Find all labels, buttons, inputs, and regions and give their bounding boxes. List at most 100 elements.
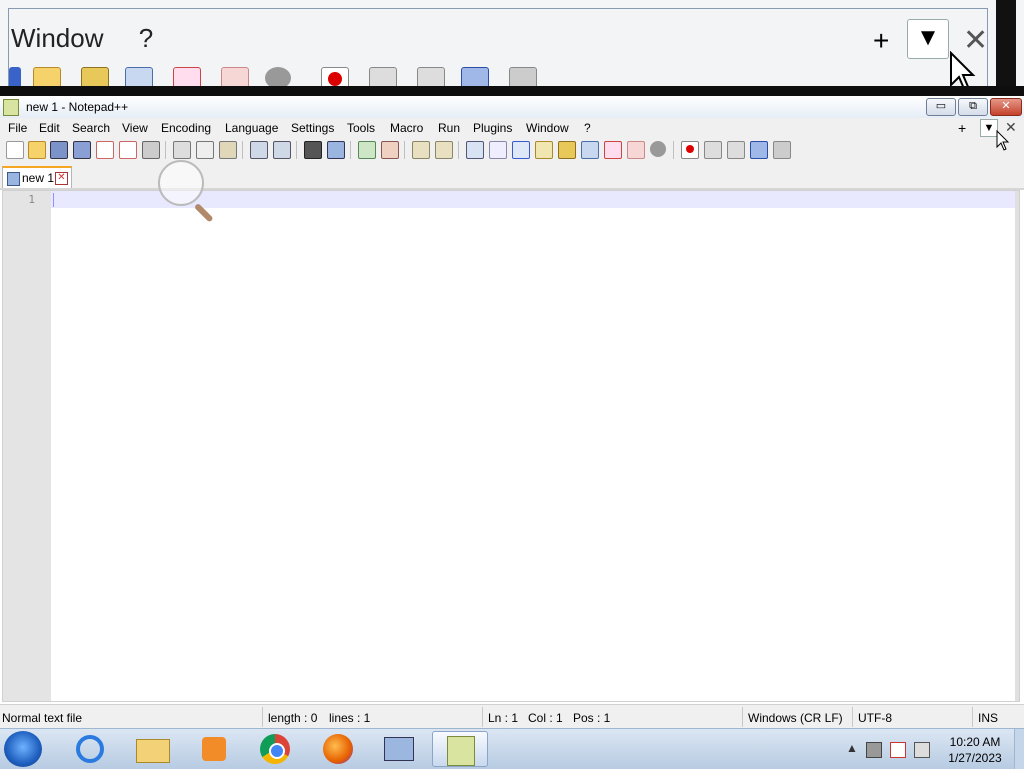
volume-icon[interactable] [914, 742, 930, 758]
mouse-cursor-icon [996, 130, 1010, 151]
menu-window[interactable]: Window [526, 121, 569, 135]
menu-file[interactable]: File [8, 121, 27, 135]
status-eol[interactable]: Windows (CR LF) [748, 711, 843, 725]
paste-icon[interactable] [219, 141, 237, 159]
status-length: length : 0 [268, 711, 318, 725]
text-caret [53, 193, 54, 207]
menu-tools[interactable]: Tools [347, 121, 375, 135]
vertical-scrollbar[interactable] [1015, 191, 1019, 701]
start-button[interactable] [4, 731, 42, 767]
status-separator [852, 707, 853, 727]
open-file-icon[interactable] [28, 141, 46, 159]
minimize-button[interactable]: ▭ [926, 98, 956, 116]
file-explorer-icon[interactable] [124, 731, 180, 767]
menu-settings[interactable]: Settings [291, 121, 334, 135]
magnifier-lens-icon [158, 160, 204, 206]
magnified-plus-icon: + [873, 25, 890, 56]
word-wrap-icon[interactable] [466, 141, 484, 159]
tab-close-icon[interactable]: ✕ [55, 172, 68, 185]
zoom-in-icon[interactable] [358, 141, 376, 159]
toolbar-separator [673, 141, 674, 159]
new-tab-plus-icon[interactable]: + [958, 120, 966, 136]
menu-plugins[interactable]: Plugins [473, 121, 512, 135]
save-macro-icon[interactable] [773, 141, 791, 159]
sync-vertical-scroll-icon[interactable] [412, 141, 430, 159]
close-file-icon[interactable] [96, 141, 114, 159]
project-icon[interactable] [627, 141, 645, 159]
status-bar: Normal text file length : 0 lines : 1 Ln… [0, 704, 1024, 729]
menu-macro[interactable]: Macro [390, 121, 423, 135]
tab-new-1[interactable]: new 1 ✕ [2, 166, 72, 188]
action-center-icon[interactable] [890, 742, 906, 758]
status-encoding[interactable]: UTF-8 [858, 711, 892, 725]
status-lines: lines : 1 [329, 711, 371, 725]
undo-icon[interactable] [250, 141, 268, 159]
stop-recording-icon[interactable] [704, 141, 722, 159]
folder-as-workspace-icon[interactable] [604, 141, 622, 159]
menu-view[interactable]: View [122, 121, 148, 135]
playback-macro-icon[interactable] [727, 141, 745, 159]
network-status-icon[interactable] [866, 742, 882, 758]
tab-label: new 1 [22, 171, 55, 185]
status-line: Ln : 1 [488, 711, 519, 725]
menu-search[interactable]: Search [72, 121, 110, 135]
document-map-icon[interactable] [558, 141, 576, 159]
magnifier-edge [996, 0, 1016, 96]
close-window-button[interactable]: ✕ [990, 98, 1022, 116]
redo-icon[interactable] [273, 141, 291, 159]
save-all-icon[interactable] [73, 141, 91, 159]
function-list-icon[interactable] [581, 141, 599, 159]
toolbar-separator [350, 141, 351, 159]
firefox-icon[interactable] [310, 731, 366, 767]
menu-language[interactable]: Language [225, 121, 278, 135]
menu-run[interactable]: Run [438, 121, 460, 135]
status-insert-mode[interactable]: INS [978, 711, 998, 725]
menu-bar: File Edit Search View Encoding Language … [0, 118, 1024, 138]
new-file-icon[interactable] [6, 141, 24, 159]
restore-button[interactable]: ⧉ [958, 98, 988, 116]
network-app-icon[interactable] [370, 731, 426, 767]
toolbar-separator [296, 141, 297, 159]
toolbar [0, 138, 1024, 163]
print-icon[interactable] [142, 141, 160, 159]
language-icon[interactable] [535, 141, 553, 159]
show-all-characters-icon[interactable] [489, 141, 507, 159]
zoom-out-icon[interactable] [381, 141, 399, 159]
close-all-icon[interactable] [119, 141, 137, 159]
copy-icon[interactable] [196, 141, 214, 159]
status-position: Pos : 1 [573, 711, 611, 725]
run-macro-multiple-icon[interactable] [750, 141, 768, 159]
sync-horizontal-scroll-icon[interactable] [435, 141, 453, 159]
magnifier-content: Window ? + ▼ ✕ [8, 8, 988, 93]
menu-help[interactable]: ? [584, 121, 591, 135]
media-player-icon[interactable] [186, 731, 242, 767]
chrome-icon[interactable] [248, 731, 304, 767]
notepad-plus-plus-icon [3, 99, 19, 116]
taskbar: ▲ 10:20 AM 1/27/2023 [0, 728, 1024, 769]
show-desktop-button[interactable] [1014, 729, 1024, 769]
notepad-plus-plus-taskbar-icon[interactable] [432, 731, 488, 767]
toolbar-separator [458, 141, 459, 159]
tray-overflow-icon[interactable]: ▲ [846, 741, 858, 755]
editor-area[interactable]: 1 [2, 190, 1020, 702]
toolbar-separator [404, 141, 405, 159]
find-icon[interactable] [304, 141, 322, 159]
menu-edit[interactable]: Edit [39, 121, 60, 135]
indent-guide-icon[interactable] [512, 141, 530, 159]
title-bar[interactable]: new 1 - Notepad++ ▭ ⧉ ✕ [0, 96, 1024, 119]
internet-explorer-icon[interactable] [62, 731, 118, 767]
status-separator [262, 707, 263, 727]
status-column: Col : 1 [528, 711, 563, 725]
system-clock[interactable]: 10:20 AM 1/27/2023 [944, 734, 1006, 766]
record-macro-icon[interactable] [681, 141, 699, 159]
replace-icon[interactable] [327, 141, 345, 159]
menu-encoding[interactable]: Encoding [161, 121, 211, 135]
cut-icon[interactable] [173, 141, 191, 159]
monitoring-icon[interactable] [650, 141, 666, 157]
magnified-menu-help: ? [138, 23, 154, 53]
window-title: new 1 - Notepad++ [26, 100, 129, 114]
magnified-dropdown-icon: ▼ [907, 19, 949, 59]
magnified-menu-window: Window [11, 23, 104, 53]
save-icon[interactable] [50, 141, 68, 159]
clock-time: 10:20 AM [949, 735, 1001, 749]
